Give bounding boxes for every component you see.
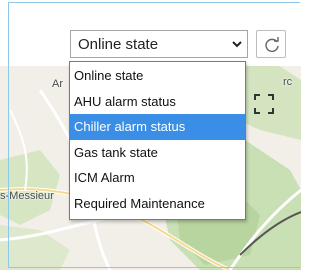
state-dropdown-list: Online state AHU alarm status Chiller al… (69, 61, 246, 220)
fullscreen-button[interactable] (253, 93, 275, 115)
dropdown-option-chiller-alarm-status[interactable]: Chiller alarm status (70, 114, 245, 140)
dropdown-option-online-state[interactable]: Online state (70, 63, 245, 89)
dropdown-option-required-maintenance[interactable]: Required Maintenance (70, 191, 245, 217)
fullscreen-icon (254, 94, 274, 114)
refresh-icon (265, 37, 279, 52)
chevron-down-icon (232, 37, 242, 51)
state-select-value: Online state (78, 36, 159, 53)
state-select[interactable]: Online state (70, 30, 248, 58)
dropdown-option-icm-alarm[interactable]: ICM Alarm (70, 165, 245, 191)
dropdown-option-ahu-alarm-status[interactable]: AHU alarm status (70, 89, 245, 115)
refresh-button[interactable] (256, 30, 286, 58)
dropdown-option-gas-tank-state[interactable]: Gas tank state (70, 140, 245, 166)
